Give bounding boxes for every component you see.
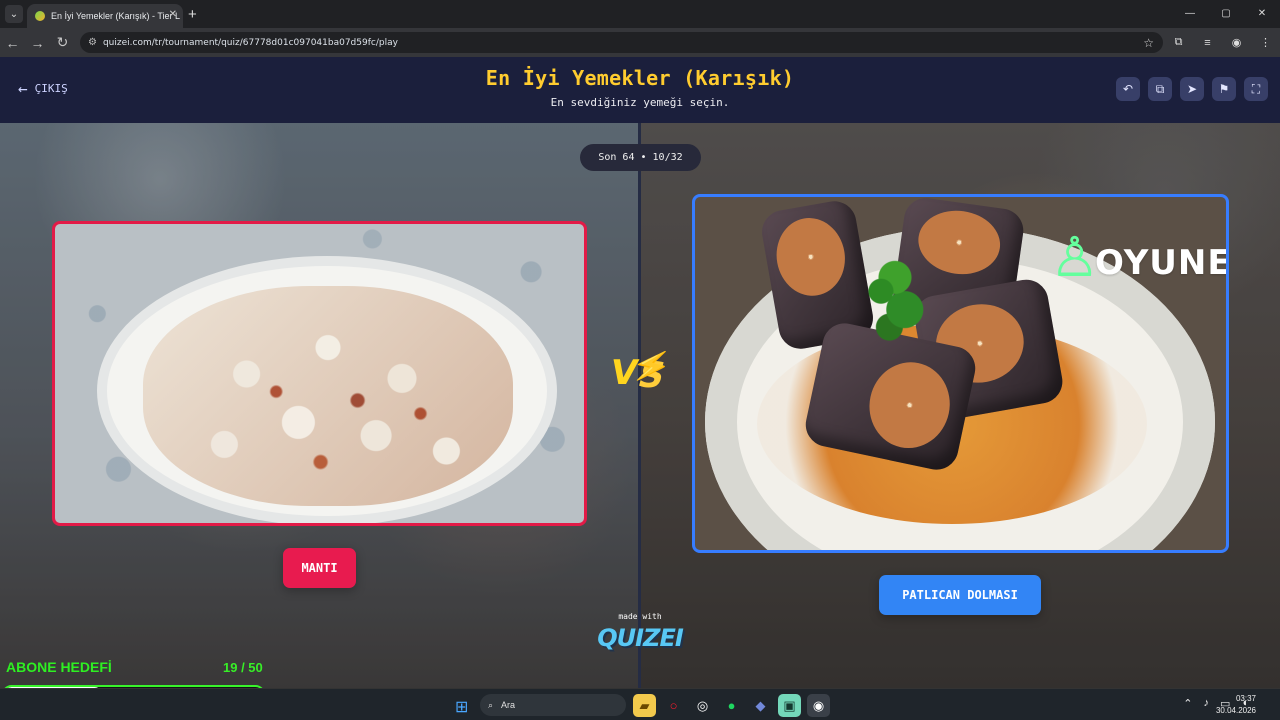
mascot-icon: ♙ [1050, 225, 1100, 289]
rice-filling [861, 354, 958, 456]
steam-icon[interactable]: ◎ [691, 694, 714, 717]
url-text: quizei.com/tr/tournament/quiz/67778d01c0… [102, 37, 398, 48]
browser-toolbar: ← → ↻ ⚙ quizei.com/tr/tournament/quiz/67… [0, 28, 1280, 57]
round-badge: Son 64 • 10/32 [580, 144, 701, 171]
clock-date: 30.04.2026 [1215, 706, 1256, 715]
manti-image[interactable] [52, 221, 587, 526]
search-icon: ⌕ [488, 699, 494, 710]
tab-title: En İyi Yemekler (Karışık) - Tier L [51, 11, 181, 21]
hidden-icons-chevron-icon[interactable]: ⌃ [1183, 697, 1192, 710]
address-bar[interactable]: ⚙ quizei.com/tr/tournament/quiz/67778d01… [80, 32, 1163, 53]
minimize-button[interactable]: — [1172, 0, 1208, 28]
quiz-header: ← ÇIKIŞ En İyi Yemekler (Karışık) En sev… [0, 57, 1280, 123]
close-tab-icon[interactable]: ✕ [169, 9, 177, 20]
browser-tools: ⧉ ≡ ◉ ⋮ [1164, 28, 1280, 57]
restore-button[interactable]: ▢ [1208, 0, 1244, 28]
file-explorer-icon[interactable]: ▰ [633, 694, 656, 717]
quiz-app: ← ÇIKIŞ En İyi Yemekler (Karışık) En sev… [0, 57, 1280, 688]
windows-start-icon[interactable]: ⊞ [455, 697, 468, 717]
spotify-icon[interactable]: ● [720, 694, 743, 717]
taskbar-apps: ▰ ○ ◎ ● ◆ ▣ ◉ [633, 694, 830, 717]
flag-icon[interactable]: ⚑ [1212, 77, 1236, 101]
quizei-logo[interactable]: QUIZEI [595, 624, 685, 652]
manti-food [143, 286, 513, 506]
taskbar-clock[interactable]: 03:37 30.04.2026 [1216, 693, 1256, 717]
watermark-text: OYUNEKS [1095, 243, 1229, 283]
microphone-icon[interactable]: ♪ [1203, 697, 1209, 710]
bookmark-star-icon[interactable]: ☆ [1143, 36, 1154, 50]
center-divider [638, 123, 641, 688]
header-actions: ↶ ⧉ ➤ ⚑ ⛶ [1116, 77, 1268, 101]
send-icon[interactable]: ➤ [1180, 77, 1204, 101]
rice-filling [770, 212, 852, 302]
oyuneks-watermark: ♙ OYUNEKS [1050, 225, 1229, 291]
tab-search-button[interactable]: ⌄ [5, 5, 23, 23]
close-window-button[interactable]: ✕ [1244, 0, 1280, 28]
profile-icon[interactable]: ◉ [1222, 36, 1251, 49]
copy-icon[interactable]: ⧉ [1148, 77, 1172, 101]
back-icon[interactable]: ← [0, 35, 25, 51]
reload-icon[interactable]: ↻ [50, 34, 75, 51]
media-icon[interactable]: ≡ [1193, 37, 1222, 49]
discord-icon[interactable]: ◆ [749, 694, 772, 717]
subscriber-goal-count: 19 / 50 [223, 660, 263, 675]
opera-icon[interactable]: ○ [662, 694, 685, 717]
forward-icon[interactable]: → [25, 35, 50, 51]
browser-tab-strip: ⌄ En İyi Yemekler (Karışık) - Tier L ✕ +… [0, 0, 1280, 28]
taskbar-search[interactable]: ⌕ Ara [480, 694, 626, 716]
manti-choice-button[interactable]: MANTI [283, 548, 356, 588]
parsley-garnish [860, 259, 930, 351]
active-tab[interactable]: En İyi Yemekler (Karışık) - Tier L ✕ [27, 4, 183, 28]
site-favicon [35, 11, 45, 21]
new-tab-button[interactable]: + [188, 6, 197, 23]
fullscreen-icon[interactable]: ⛶ [1244, 77, 1268, 101]
browser-menu-icon[interactable]: ⋮ [1251, 36, 1280, 49]
made-with-label: made with [618, 612, 662, 621]
extensions-icon[interactable]: ⧉ [1164, 36, 1193, 49]
chrome-icon[interactable]: ◉ [807, 694, 830, 717]
patlican-dolmasi-image[interactable]: ♙ OYUNEKS [692, 194, 1229, 553]
versus-icon: V S ⚡ [607, 343, 675, 403]
windows-taskbar: ⊞ ⌕ Ara ▰ ○ ◎ ● ◆ ▣ ◉ ⌃ ♪ ▭ ◖ 03:37 30.0… [0, 688, 1280, 720]
subscriber-goal-label: ABONE HEDEFİ [6, 659, 112, 675]
site-settings-icon[interactable]: ⚙ [88, 37, 97, 48]
app-icon[interactable]: ▣ [778, 694, 801, 717]
clock-time: 03:37 [1235, 694, 1256, 703]
quiz-title: En İyi Yemekler (Karışık) [485, 66, 795, 90]
undo-icon[interactable]: ↶ [1116, 77, 1140, 101]
quiz-subtitle: En sevdiğiniz yemeği seçin. [550, 96, 730, 109]
taskbar-search-placeholder: Ara [501, 700, 516, 710]
window-controls: — ▢ ✕ [1172, 0, 1280, 28]
patlican-dolmasi-choice-button[interactable]: PATLICAN DOLMASI [879, 575, 1041, 615]
